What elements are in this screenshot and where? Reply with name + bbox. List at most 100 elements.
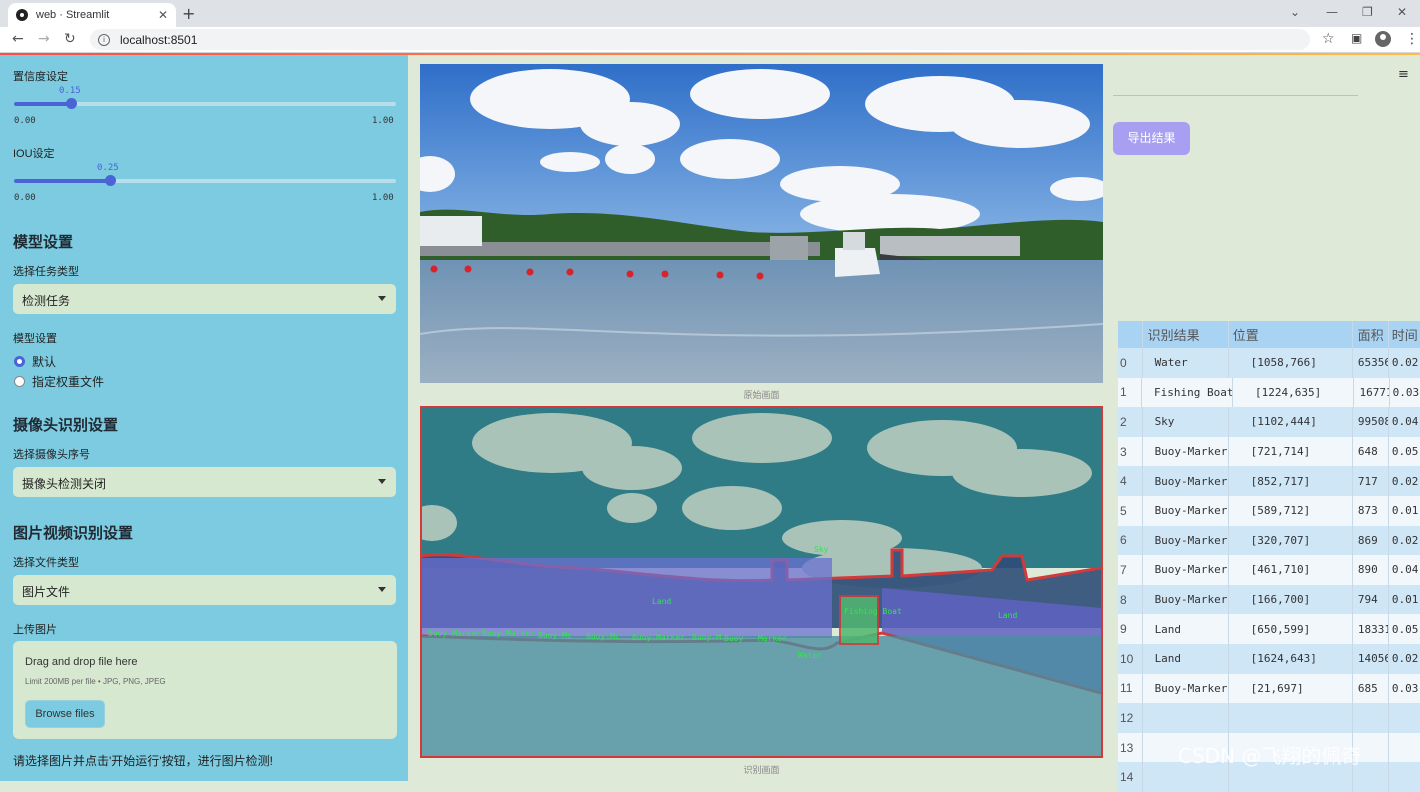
table-cell: Land (1141, 643, 1228, 674)
table-cell: 2 (1120, 414, 1127, 429)
split-view-icon[interactable]: ▣ (1351, 31, 1362, 45)
url-text: localhost:8501 (120, 32, 198, 47)
table-cell: 7 (1120, 562, 1127, 577)
label-water: Water (798, 651, 822, 660)
radio-unselected-icon[interactable] (14, 376, 25, 387)
table-cell: 183310 (1351, 614, 1388, 644)
table-cell: 8 (1120, 592, 1127, 607)
table-cell: [21,697] (1227, 673, 1352, 704)
camera-select[interactable]: 摄像头检测关闭 (13, 467, 396, 497)
iou-slider[interactable] (14, 175, 396, 186)
forward-icon[interactable]: → (38, 31, 50, 47)
close-window-icon[interactable]: ✕ (1397, 5, 1407, 19)
iou-slider-fill (14, 179, 110, 183)
reload-icon[interactable]: ↻ (64, 31, 76, 47)
table-row[interactable]: 12 (1118, 703, 1420, 733)
upload-label: 上传图片 (13, 624, 57, 636)
camera-value: 摄像头检测关闭 (22, 477, 107, 491)
task-type-label: 选择任务类型 (13, 266, 79, 278)
table-cell: [1058,766] (1227, 348, 1352, 378)
label-buoy-3: Buoy-Mc (538, 631, 572, 640)
table-cell: 794 (1351, 584, 1388, 615)
table-cell: [166,700] (1227, 584, 1352, 615)
table-cell: 995080 (1351, 407, 1388, 437)
file-type-label: 选择文件类型 (13, 557, 79, 569)
label-sky: Sky (814, 545, 829, 554)
profile-avatar-icon[interactable] (1375, 31, 1391, 47)
table-row[interactable]: 9 Land[650,599]1833100.05 (1118, 614, 1420, 644)
radio-selected-icon[interactable] (14, 356, 25, 367)
tab-close-icon[interactable]: ✕ (158, 8, 168, 22)
table-row[interactable]: 2 Sky[1102,444]9950800.04 (1118, 407, 1420, 437)
conf-slider-fill (14, 102, 72, 106)
iou-label: IOU设定 (13, 148, 55, 160)
url-field[interactable]: i localhost:8501 (90, 29, 1310, 50)
site-info-icon[interactable]: i (98, 33, 110, 46)
table-cell: Buoy-Marker (1141, 555, 1228, 585)
file-type-select[interactable]: 图片文件 (13, 575, 396, 605)
radio-custom-weights[interactable]: 指定权重文件 (14, 373, 104, 390)
table-cell: 653568 (1351, 348, 1388, 378)
camera-index-label: 选择摄像头序号 (13, 449, 90, 461)
table-cell: [852,717] (1227, 466, 1352, 496)
conf-slider-min: 0.00 (14, 116, 36, 126)
table-cell: Buoy-Marker (1141, 525, 1228, 556)
conf-slider[interactable] (14, 98, 396, 109)
table-cell (1351, 703, 1388, 733)
table-header-row[interactable]: 识别结果 位置 面积 时间 (1118, 321, 1420, 348)
minimize-icon[interactable]: — (1326, 5, 1338, 19)
table-cell: 0.03 (1388, 377, 1420, 408)
radio-custom-label: 指定权重文件 (32, 375, 105, 389)
radio-default[interactable]: 默认 (14, 353, 56, 370)
table-cell: 0 (1120, 355, 1127, 370)
camera-settings-header: 摄像头识别设置 (13, 417, 119, 434)
label-buoy-2: Buoy-Marker (482, 629, 535, 638)
table-cell: Buoy-Marker (1141, 436, 1228, 467)
table-cell: Fishing Boat (1140, 377, 1233, 408)
file-uploader-dropzone[interactable]: Drag and drop file here Limit 200MB per … (13, 641, 397, 739)
iou-slider-max: 1.00 (372, 193, 394, 203)
label-land-1: Land (652, 597, 671, 606)
table-cell: 16771 (1353, 377, 1389, 408)
browser-menu-icon[interactable]: ⋮ (1405, 31, 1419, 47)
table-row[interactable]: 10 Land[1624,643]1405660.02 (1118, 643, 1420, 674)
table-row[interactable]: 4 Buoy-Marker [852,717] 717 0.02 (1118, 466, 1420, 496)
table-cell: Water (1141, 348, 1228, 378)
original-image (420, 64, 1103, 383)
new-tab-icon[interactable]: + (182, 4, 195, 23)
table-cell: 0.05 (1387, 614, 1420, 644)
bookmark-star-icon[interactable]: ☆ (1322, 31, 1335, 47)
maximize-icon[interactable]: ❐ (1362, 5, 1373, 19)
table-cell: 识别结果 (1141, 321, 1228, 348)
radio-default-label: 默认 (32, 355, 57, 369)
sidebar: 置信度设定 0.15 0.00 1.00 IOU设定 0.25 0.00 1.0… (0, 55, 408, 781)
table-cell: [721,714] (1227, 436, 1352, 467)
browse-files-button[interactable]: Browse files (25, 700, 105, 728)
chevron-down-icon (378, 296, 386, 301)
tab-search-chevron-icon[interactable]: ⌄ (1290, 5, 1300, 19)
result-image-caption: 识别画面 (743, 765, 780, 775)
table-row[interactable]: 5 Buoy-Marker [589,712] 873 0.01 (1118, 495, 1420, 526)
label-buoy-7: Buoy (724, 634, 743, 643)
browser-tab[interactable]: web · Streamlit ✕ (8, 3, 176, 27)
table-cell: 648 (1351, 436, 1388, 467)
table-row[interactable]: 0 Water[1058,766]6535680.02 (1118, 348, 1420, 378)
table-cell: Buoy-Marker (1141, 673, 1228, 704)
table-row[interactable]: 6 Buoy-Marker [320,707] 869 0.02 (1118, 525, 1420, 556)
table-row[interactable]: 8 Buoy-Marker [166,700] 794 0.01 (1118, 584, 1420, 615)
export-results-button[interactable]: 导出结果 (1113, 122, 1190, 155)
table-row[interactable]: 11 Buoy-Marker [21,697] 685 0.03 (1118, 673, 1420, 704)
hamburger-menu-icon[interactable]: ≡ (1398, 67, 1409, 82)
table-cell: 5 (1120, 503, 1127, 518)
table-cell: 14 (1120, 770, 1134, 785)
table-row[interactable]: 7 Buoy-Marker [461,710] 890 0.04 (1118, 555, 1420, 585)
back-icon[interactable]: ← (12, 31, 24, 47)
conf-slider-thumb[interactable] (66, 98, 78, 109)
conf-label: 置信度设定 (13, 71, 68, 83)
table-row[interactable]: 1 Fishing Boat[1224,635]167710.03 (1118, 377, 1420, 408)
iou-slider-thumb[interactable] (104, 175, 116, 186)
task-type-select[interactable]: 检测任务 (13, 284, 396, 314)
table-row[interactable]: 3 Buoy-Marker [721,714] 648 0.05 (1118, 436, 1420, 467)
label-land-2: Land (998, 611, 1017, 620)
table-cell: [1224,635] (1231, 377, 1353, 408)
